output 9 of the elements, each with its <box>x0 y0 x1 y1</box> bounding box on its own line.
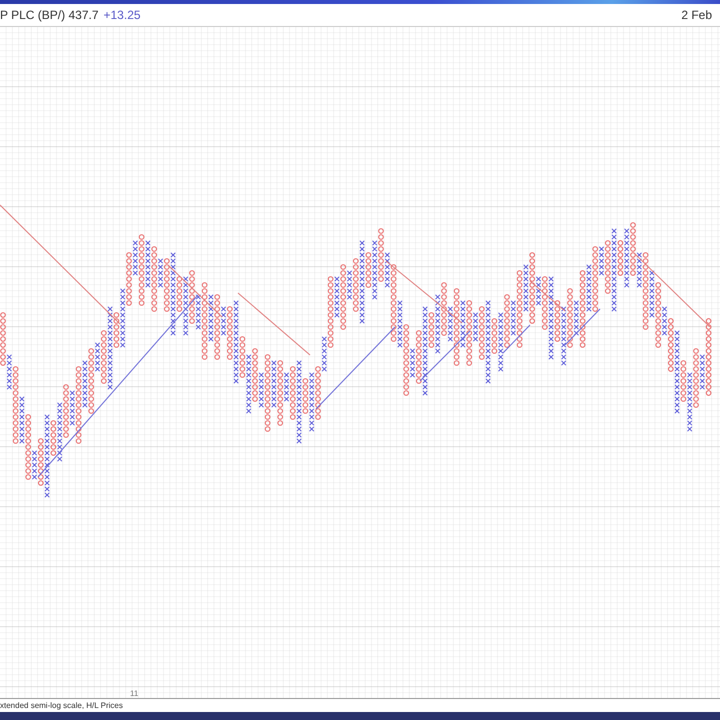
axis-label: 11 <box>130 689 138 698</box>
trend-line <box>530 280 566 312</box>
trend-line <box>420 330 470 382</box>
price-change: +13.25 <box>104 8 141 22</box>
chart-date: 2 Feb <box>681 8 712 22</box>
trend-line <box>502 324 530 354</box>
chart-title: P PLC (BP/) 437.7 <box>0 8 98 22</box>
trend-line <box>564 308 600 346</box>
scale-note: xtended semi-log scale, H/L Prices <box>0 701 123 710</box>
